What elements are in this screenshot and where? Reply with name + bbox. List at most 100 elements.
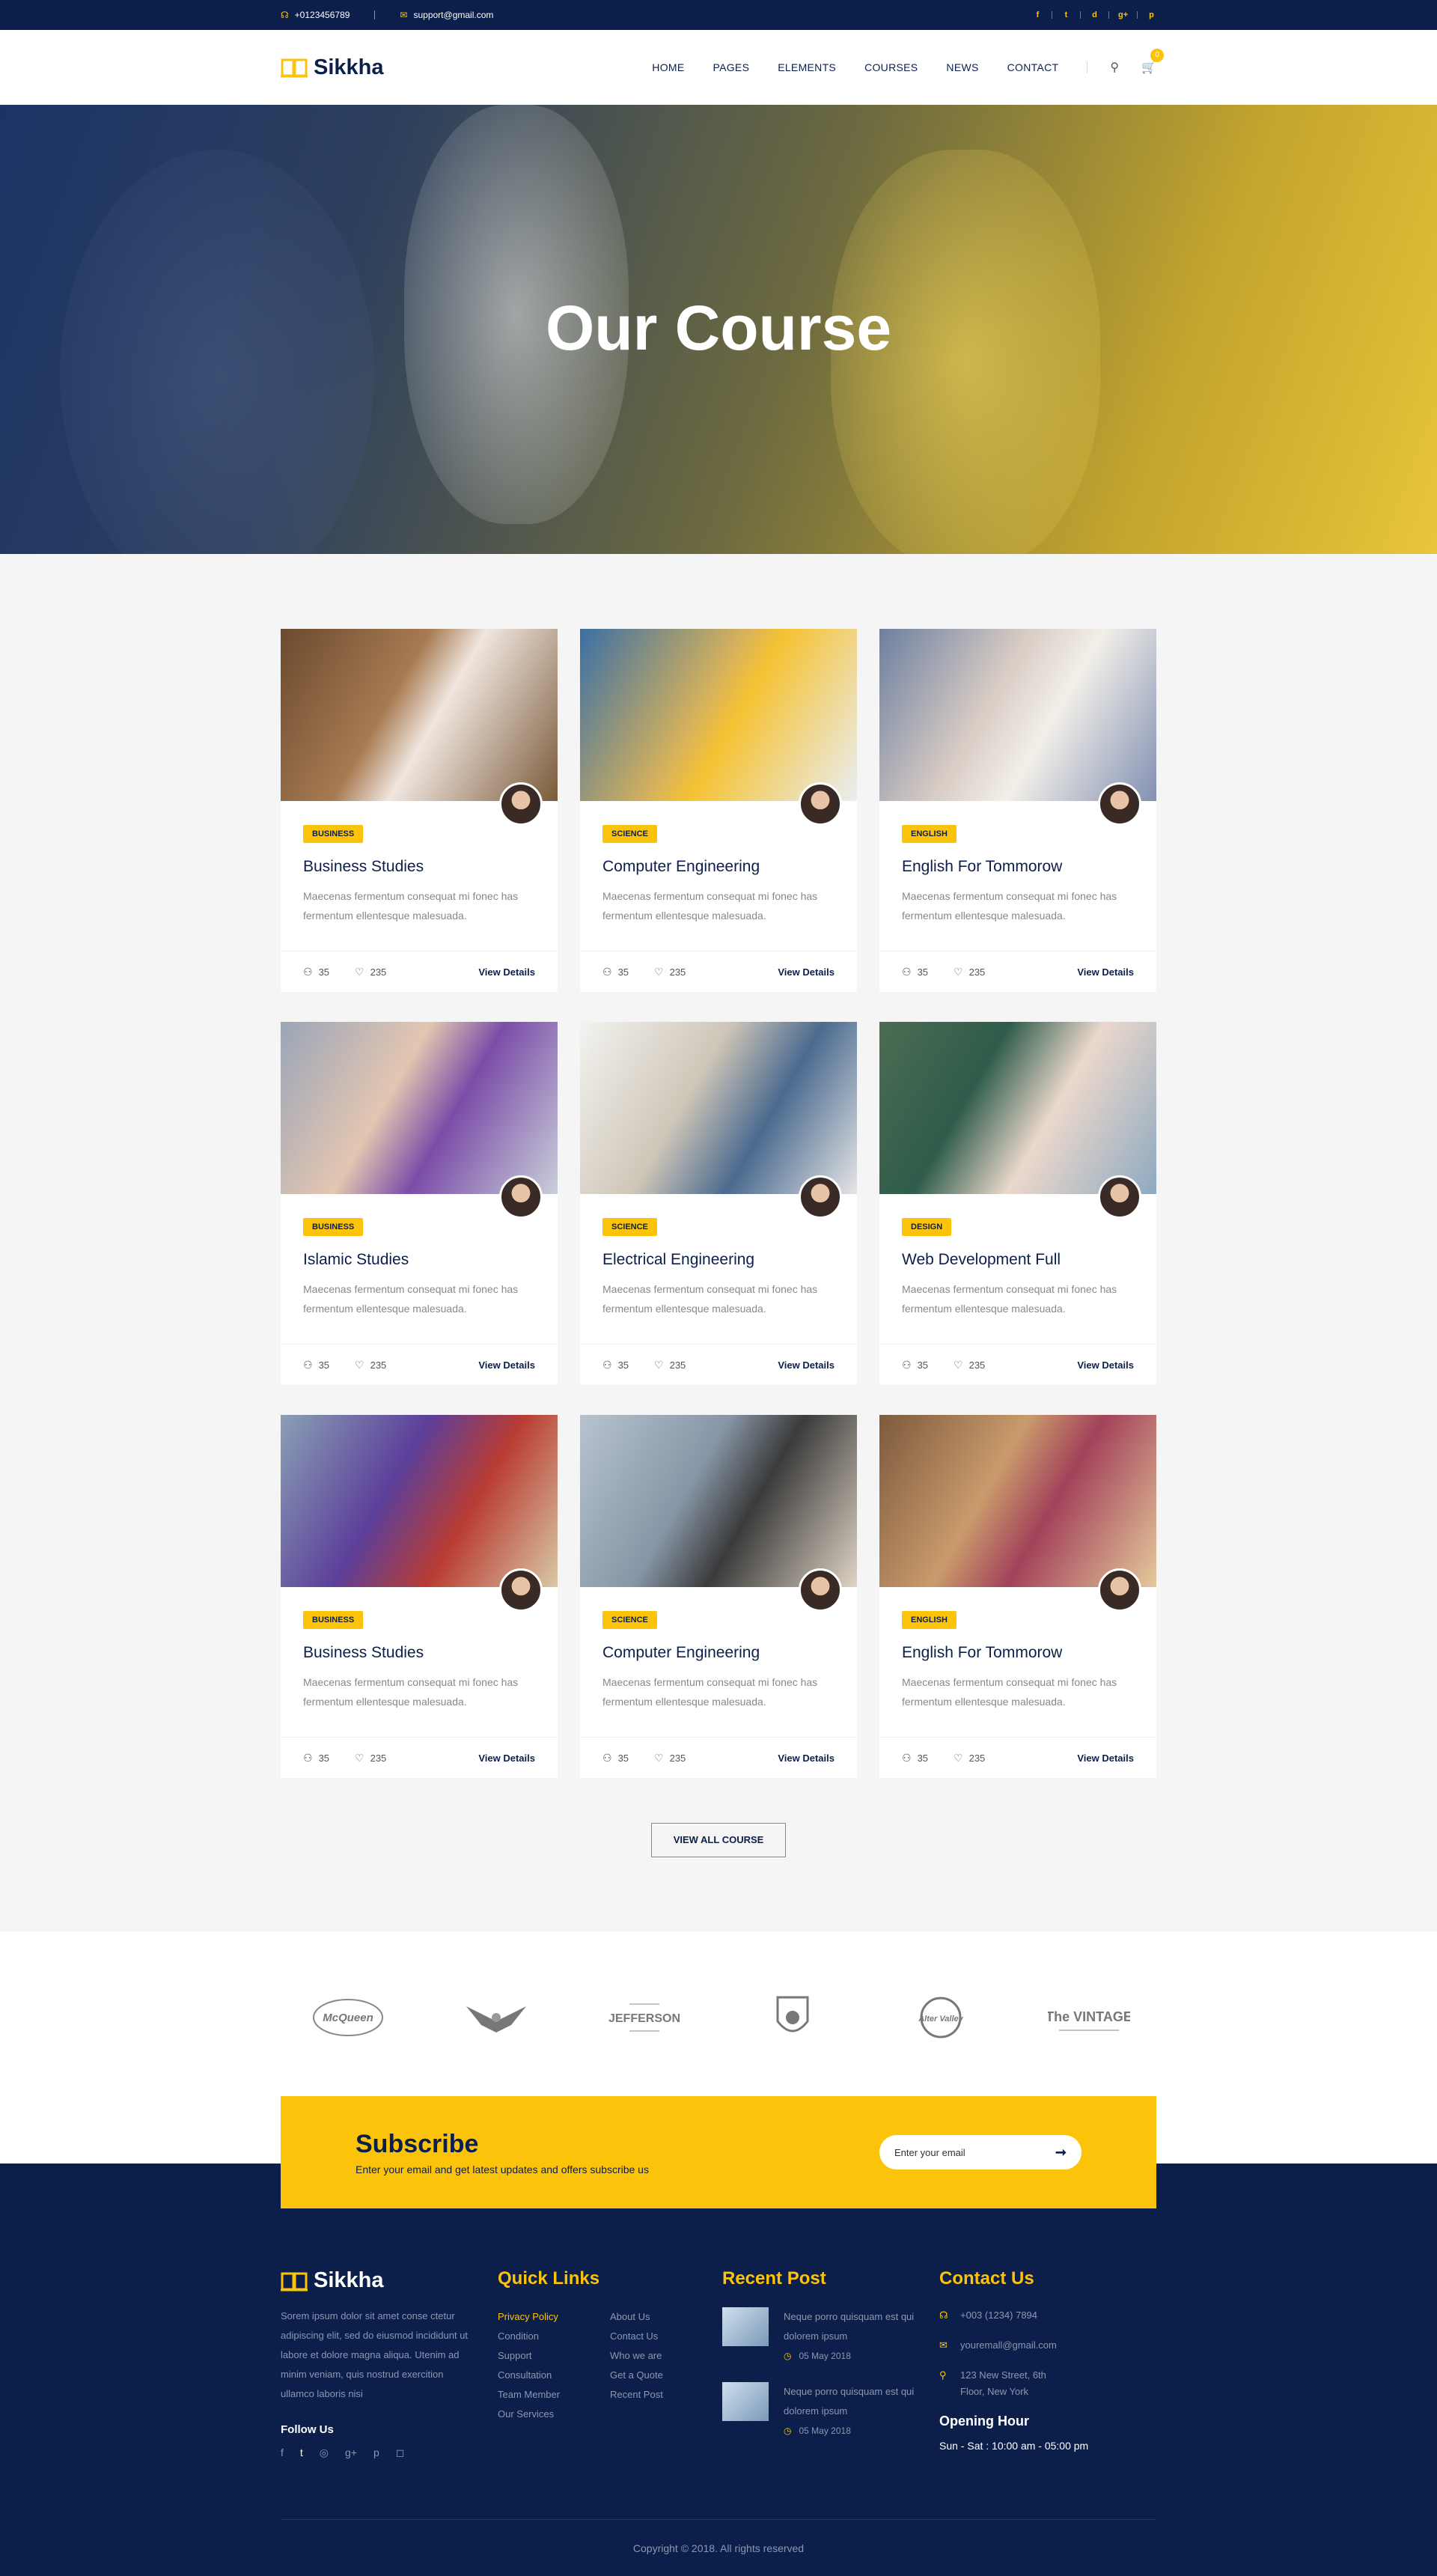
course-title[interactable]: Electrical Engineering [602, 1251, 835, 1269]
nav-contact[interactable]: CONTACT [1007, 61, 1059, 73]
course-title[interactable]: Computer Engineering [602, 1644, 835, 1662]
footer-link[interactable]: Team Member [498, 2385, 610, 2405]
search-icon[interactable]: ⚲ [1110, 60, 1119, 75]
footer-link[interactable]: Contact Us [610, 2327, 722, 2346]
twitter-icon[interactable]: t [300, 2446, 303, 2459]
nav-pages[interactable]: PAGES [713, 61, 750, 73]
view-details-link[interactable]: View Details [778, 966, 835, 978]
post-title[interactable]: Neque porro quisquam est qui dolorem ips… [784, 2382, 922, 2421]
view-details-link[interactable]: View Details [478, 1753, 535, 1764]
course-title[interactable]: Islamic Studies [303, 1251, 535, 1269]
course-category-badge[interactable]: BUSINESS [303, 825, 364, 843]
course-card[interactable]: SCIENCE Computer Engineering Maecenas ferm… [580, 629, 857, 992]
view-details-link[interactable]: View Details [1077, 1753, 1134, 1764]
top-phone[interactable]: +0123456789 [295, 10, 350, 20]
pinterest-icon[interactable]: p [373, 2446, 379, 2459]
course-category-badge[interactable]: BUSINESS [303, 1218, 364, 1236]
top-email[interactable]: support@gmail.com [413, 10, 493, 20]
dribbble-icon[interactable]: d [1090, 10, 1099, 19]
view-details-link[interactable]: View Details [478, 1359, 535, 1371]
recent-post[interactable]: Neque porro quisquam est qui dolorem ips… [722, 2382, 939, 2436]
footer-link[interactable]: About Us [610, 2307, 722, 2327]
view-details-link[interactable]: View Details [778, 1753, 835, 1764]
google-plus-icon[interactable]: g+ [1118, 10, 1128, 19]
instagram-icon[interactable]: ◻ [396, 2446, 405, 2459]
contact-email[interactable]: youremall@gmail.com [960, 2337, 1057, 2354]
course-image[interactable] [879, 629, 1156, 801]
footer-link[interactable]: Condition [498, 2327, 610, 2346]
course-card[interactable]: SCIENCE Computer Engineering Maecenas ferm… [580, 1415, 857, 1778]
follow-heading: Follow Us [281, 2423, 334, 2436]
view-all-course-button[interactable]: VIEW ALL COURSE [651, 1823, 786, 1857]
nav-news[interactable]: NEWS [946, 61, 978, 73]
course-category-badge[interactable]: ENGLISH [902, 825, 957, 843]
course-card[interactable]: BUSINESS Business Studies Maecenas ferment… [281, 1415, 558, 1778]
view-details-link[interactable]: View Details [478, 966, 535, 978]
heart-icon[interactable]: ♡ [355, 966, 364, 978]
view-details-link[interactable]: View Details [1077, 966, 1134, 978]
email-field[interactable]: Enter your email ➞ [879, 2135, 1081, 2169]
course-category-badge[interactable]: SCIENCE [602, 1218, 657, 1236]
post-title[interactable]: Neque porro quisquam est qui dolorem ips… [784, 2307, 922, 2346]
logo[interactable]: Sikkha [281, 55, 384, 80]
course-image[interactable] [580, 1415, 857, 1587]
dribbble-icon[interactable]: ◎ [320, 2446, 329, 2459]
footer-link[interactable]: Support [498, 2346, 610, 2366]
course-image[interactable] [879, 1022, 1156, 1194]
facebook-icon[interactable]: f [281, 2446, 284, 2459]
course-title[interactable]: Business Studies [303, 858, 535, 876]
course-card[interactable]: ENGLISH English For Tommorow Maecenas ferm… [879, 1415, 1156, 1778]
nav-elements[interactable]: ELEMENTS [778, 61, 836, 73]
heart-icon[interactable]: ♡ [654, 1752, 664, 1764]
heart-icon[interactable]: ♡ [954, 1752, 963, 1764]
course-title[interactable]: English For Tommorow [902, 1644, 1134, 1662]
course-image[interactable] [879, 1415, 1156, 1587]
course-category-badge[interactable]: SCIENCE [602, 1611, 657, 1629]
course-category-badge[interactable]: SCIENCE [602, 825, 657, 843]
heart-icon[interactable]: ♡ [654, 1359, 664, 1371]
course-card[interactable]: BUSINESS Islamic Studies Maecenas fermentu… [281, 1022, 558, 1385]
contact-phone[interactable]: +003 (1234) 7894 [960, 2307, 1037, 2324]
course-image[interactable] [281, 629, 558, 801]
course-image[interactable] [580, 1022, 857, 1194]
heart-icon[interactable]: ♡ [954, 966, 963, 978]
course-card[interactable]: ENGLISH English For Tommorow Maecenas ferm… [879, 629, 1156, 992]
heart-icon[interactable]: ♡ [954, 1359, 963, 1371]
recent-post[interactable]: Neque porro quisquam est qui dolorem ips… [722, 2307, 939, 2361]
footer-link[interactable]: Our Services [498, 2405, 610, 2424]
course-category-badge[interactable]: BUSINESS [303, 1611, 364, 1629]
post-thumbnail[interactable] [722, 2307, 769, 2346]
course-title[interactable]: Computer Engineering [602, 858, 835, 876]
footer-link[interactable]: Consultation [498, 2366, 610, 2385]
footer-link[interactable]: Privacy Policy [498, 2307, 610, 2327]
view-details-link[interactable]: View Details [778, 1359, 835, 1371]
course-title[interactable]: English For Tommorow [902, 858, 1134, 876]
twitter-icon[interactable]: t [1061, 10, 1071, 19]
course-card[interactable]: DESIGN Web Development Full Maecenas ferme… [879, 1022, 1156, 1385]
heart-icon[interactable]: ♡ [355, 1752, 364, 1764]
course-category-badge[interactable]: DESIGN [902, 1218, 952, 1236]
course-title[interactable]: Business Studies [303, 1644, 535, 1662]
course-card[interactable]: SCIENCE Electrical Engineering Maecenas fe… [580, 1022, 857, 1385]
cart-icon[interactable]: 🛒 0 [1141, 49, 1164, 75]
course-card[interactable]: BUSINESS Business Studies Maecenas ferment… [281, 629, 558, 992]
footer-link[interactable]: Get a Quote [610, 2366, 722, 2385]
course-image[interactable] [281, 1415, 558, 1587]
google-plus-icon[interactable]: g+ [345, 2446, 357, 2459]
footer-link[interactable]: Recent Post [610, 2385, 722, 2405]
post-thumbnail[interactable] [722, 2382, 769, 2421]
footer-logo[interactable]: Sikkha [281, 2268, 498, 2293]
course-image[interactable] [281, 1022, 558, 1194]
course-image[interactable] [580, 629, 857, 801]
pinterest-icon[interactable]: p [1147, 10, 1156, 19]
nav-courses[interactable]: COURSES [864, 61, 918, 73]
course-title[interactable]: Web Development Full [902, 1251, 1134, 1269]
heart-icon[interactable]: ♡ [355, 1359, 364, 1371]
facebook-icon[interactable]: f [1033, 10, 1043, 19]
view-details-link[interactable]: View Details [1077, 1359, 1134, 1371]
nav-home[interactable]: HOME [652, 61, 684, 73]
heart-icon[interactable]: ♡ [654, 966, 664, 978]
footer-link[interactable]: Who we are [610, 2346, 722, 2366]
arrow-right-icon[interactable]: ➞ [1055, 2145, 1067, 2161]
course-category-badge[interactable]: ENGLISH [902, 1611, 957, 1629]
